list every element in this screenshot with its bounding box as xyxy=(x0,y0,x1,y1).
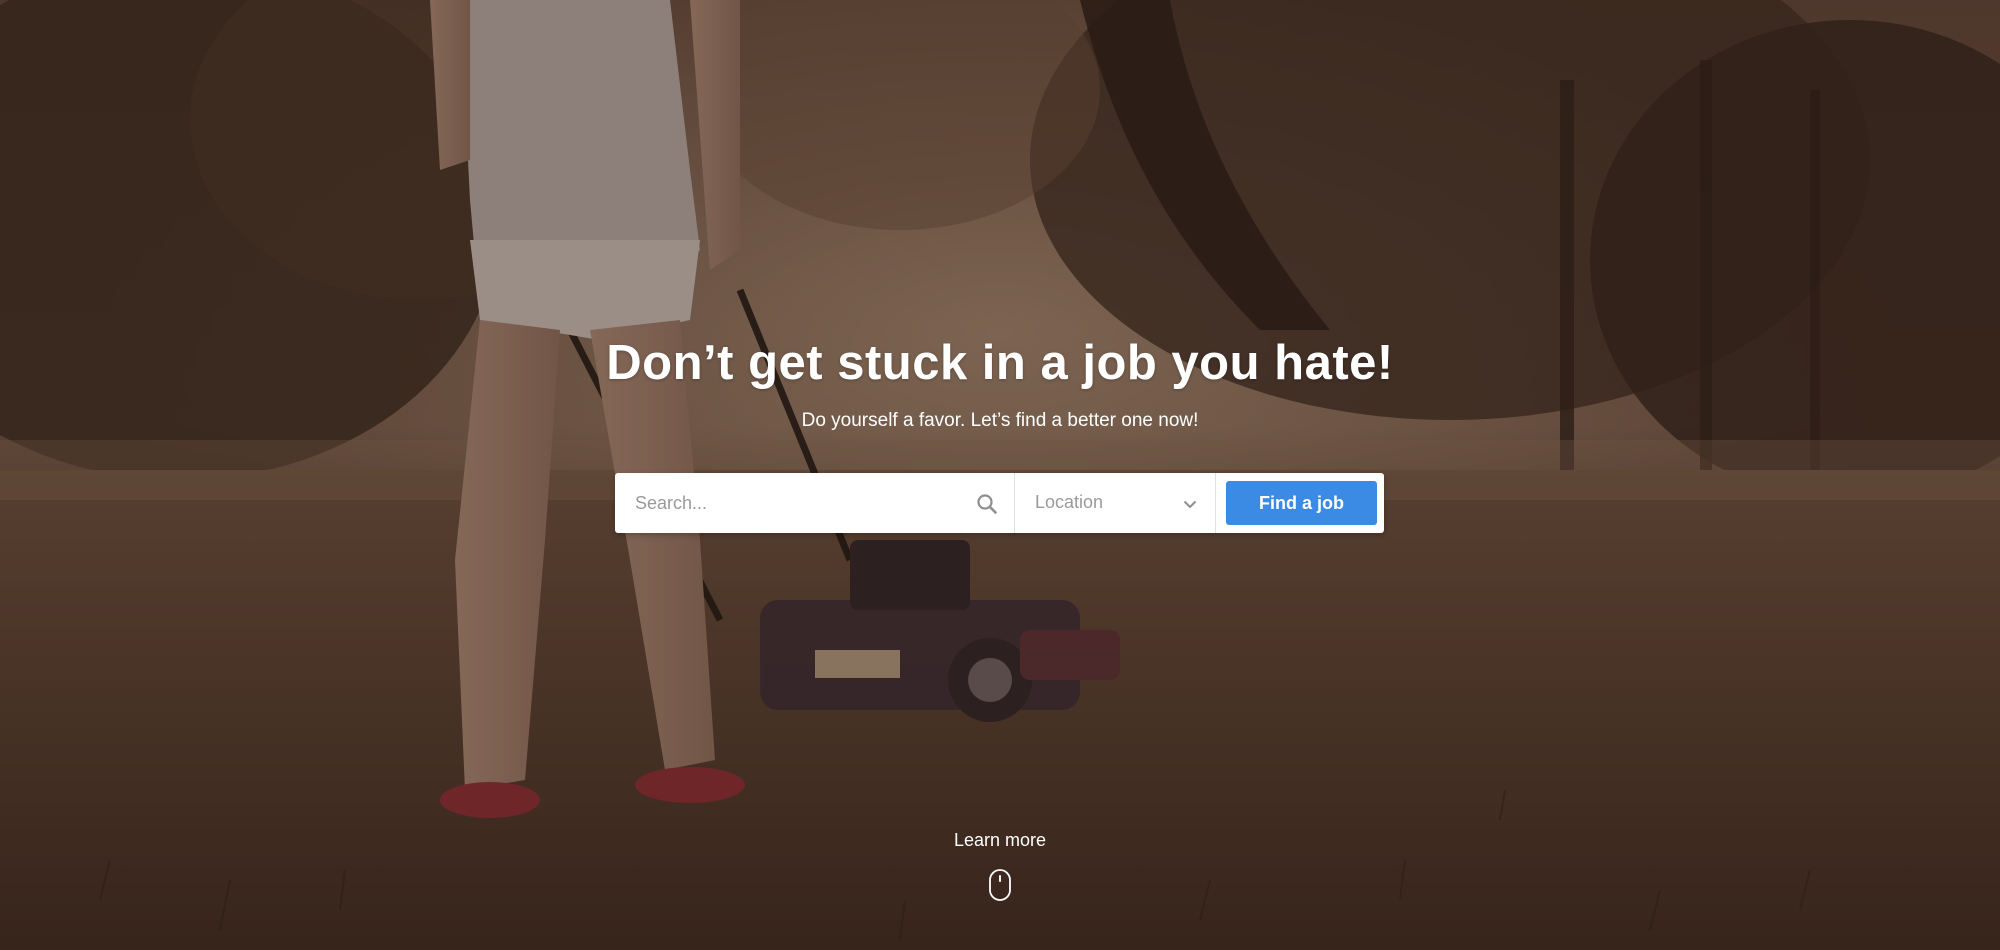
chevron-down-icon xyxy=(1183,500,1197,509)
find-job-button[interactable]: Find a job xyxy=(1226,481,1377,525)
search-icon[interactable] xyxy=(975,492,999,516)
learn-more-link[interactable]: Learn more xyxy=(0,830,2000,851)
location-select-label: Location xyxy=(1035,492,1104,512)
search-input[interactable] xyxy=(635,487,965,519)
hero-headline: Don’t get stuck in a job you hate! xyxy=(606,336,1394,390)
hero-subheadline: Do yourself a favor. Let’s find a better… xyxy=(801,410,1199,431)
hero-section: Don’t get stuck in a job you hate! Do yo… xyxy=(0,0,2000,950)
hero-content: Don’t get stuck in a job you hate! Do yo… xyxy=(0,0,2000,950)
job-search-form: Location Find a job xyxy=(615,473,1384,533)
mouse-scroll-icon[interactable] xyxy=(988,868,1012,902)
location-select[interactable]: Location xyxy=(1015,473,1216,533)
keyword-search-field xyxy=(615,473,1015,533)
